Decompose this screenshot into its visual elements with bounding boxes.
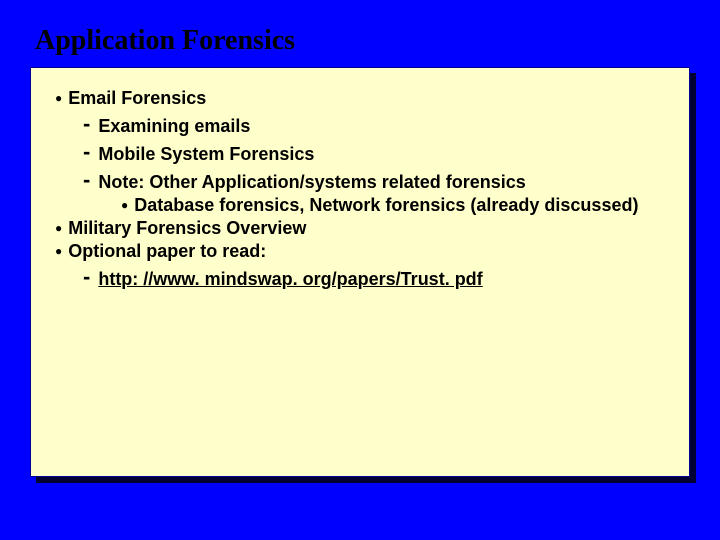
content-panel: Email Forensics Examining emails Mobile …: [30, 67, 690, 477]
bullet-mobile-system: Mobile System Forensics: [83, 139, 665, 165]
bullet-text: Examining emails: [98, 116, 250, 136]
bullet-optional-paper: Optional paper to read:: [55, 241, 665, 262]
bullet-paper-link: http: //www. mindswap. org/papers/Trust.…: [83, 264, 665, 290]
bullet-dot-icon: [121, 195, 134, 215]
bullet-military-forensics: Military Forensics Overview: [55, 218, 665, 239]
bullet-text: Database forensics, Network forensics (a…: [134, 195, 638, 216]
bullet-text: Optional paper to read:: [68, 241, 266, 261]
bullet-text: Email Forensics: [68, 88, 206, 108]
paper-url[interactable]: http: //www. mindswap. org/papers/Trust.…: [98, 269, 482, 289]
bullet-email-forensics: Email Forensics: [55, 88, 665, 109]
bullet-text: Military Forensics Overview: [68, 218, 306, 238]
bullet-text: Mobile System Forensics: [98, 144, 314, 164]
content-wrapper: Email Forensics Examining emails Mobile …: [30, 67, 690, 477]
bullet-text: Note: Other Application/systems related …: [98, 172, 525, 192]
bullet-examining-emails: Examining emails: [83, 111, 665, 137]
slide-title: Application Forensics: [35, 25, 690, 57]
bullet-note-other: Note: Other Application/systems related …: [83, 167, 665, 193]
bullet-database-network: Database forensics, Network forensics (a…: [121, 195, 665, 216]
